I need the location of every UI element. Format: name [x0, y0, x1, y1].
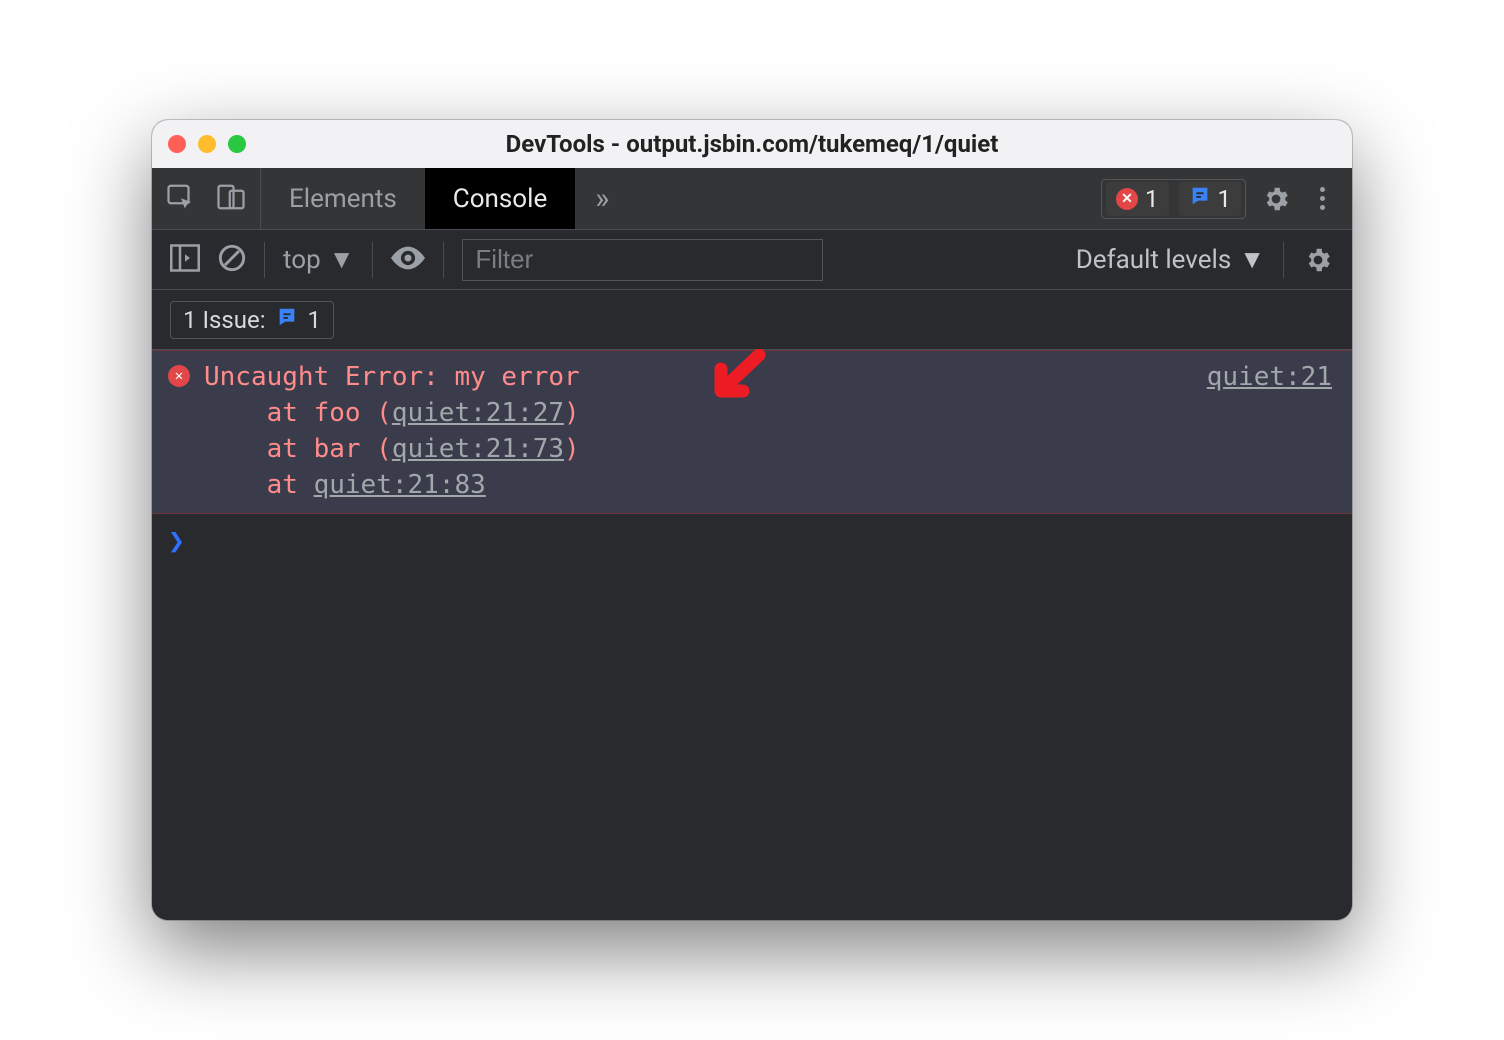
prompt-chevron-icon: ❯: [168, 524, 185, 557]
issues-bar: 1 Issue: 1: [152, 290, 1352, 350]
panel-tabs: Elements Console »: [261, 168, 629, 229]
stack-link[interactable]: quiet:21:27: [392, 398, 564, 428]
dropdown-chevron-icon: ▼: [329, 244, 355, 275]
error-count-badge[interactable]: 1: [1106, 182, 1169, 216]
console-prompt[interactable]: ❯: [152, 514, 1352, 567]
tab-elements[interactable]: Elements: [261, 168, 425, 229]
levels-label: Default levels: [1076, 245, 1232, 275]
issue-count-badge[interactable]: 1: [1179, 182, 1242, 216]
issues-label: 1 Issue:: [183, 306, 266, 334]
stack-link[interactable]: quiet:21:73: [392, 434, 564, 464]
clear-console-icon[interactable]: [218, 244, 246, 276]
issues-count: 1: [308, 306, 322, 334]
toggle-console-sidebar-icon[interactable]: [170, 244, 200, 276]
context-label: top: [283, 245, 321, 275]
status-badges: 1 1: [1101, 179, 1246, 219]
issue-icon: [1189, 185, 1211, 213]
stack-frame: at foo (quiet:21:27): [204, 398, 580, 428]
window-close-button[interactable]: [168, 135, 186, 153]
error-icon: [168, 365, 190, 387]
dropdown-chevron-icon: ▼: [1239, 244, 1265, 275]
tab-console[interactable]: Console: [425, 168, 575, 229]
device-toolbar-icon[interactable]: [216, 182, 246, 216]
stack-frame: at bar (quiet:21:73): [204, 434, 580, 464]
error-icon: [1116, 188, 1138, 210]
console-error-message[interactable]: Uncaught Error: my error at foo (quiet:2…: [152, 350, 1352, 514]
filter-input[interactable]: [462, 239, 823, 281]
console-toolbar: top ▼ Default levels ▼: [152, 230, 1352, 290]
devtools-main-toolbar: Elements Console » 1 1: [152, 168, 1352, 230]
settings-button[interactable]: [1260, 183, 1292, 215]
console-output: Uncaught Error: my error at foo (quiet:2…: [152, 350, 1352, 920]
stack-link[interactable]: quiet:21:83: [314, 470, 486, 500]
error-count: 1: [1145, 185, 1159, 213]
window-controls: [168, 135, 246, 153]
issues-summary[interactable]: 1 Issue: 1: [170, 301, 334, 339]
log-levels-selector[interactable]: Default levels ▼: [1076, 244, 1265, 275]
console-settings-button[interactable]: [1302, 244, 1334, 276]
window-minimize-button[interactable]: [198, 135, 216, 153]
stack-frame: at quiet:21:83: [204, 470, 486, 500]
issue-count: 1: [1218, 185, 1232, 213]
issue-icon: [276, 306, 298, 334]
more-options-button[interactable]: [1306, 183, 1338, 215]
window-title: DevTools - output.jsbin.com/tukemeq/1/qu…: [168, 130, 1336, 158]
window-titlebar: DevTools - output.jsbin.com/tukemeq/1/qu…: [152, 120, 1352, 168]
error-source-link[interactable]: quiet:21: [1207, 359, 1332, 395]
inspect-element-icon[interactable]: [166, 182, 196, 216]
execution-context-selector[interactable]: top ▼: [283, 244, 354, 275]
error-text: Uncaught Error: my error at foo (quiet:2…: [204, 359, 1336, 503]
devtools-window: DevTools - output.jsbin.com/tukemeq/1/qu…: [152, 120, 1352, 920]
tab-more-panels[interactable]: »: [575, 168, 629, 229]
window-zoom-button[interactable]: [228, 135, 246, 153]
live-expression-icon[interactable]: [391, 246, 425, 274]
